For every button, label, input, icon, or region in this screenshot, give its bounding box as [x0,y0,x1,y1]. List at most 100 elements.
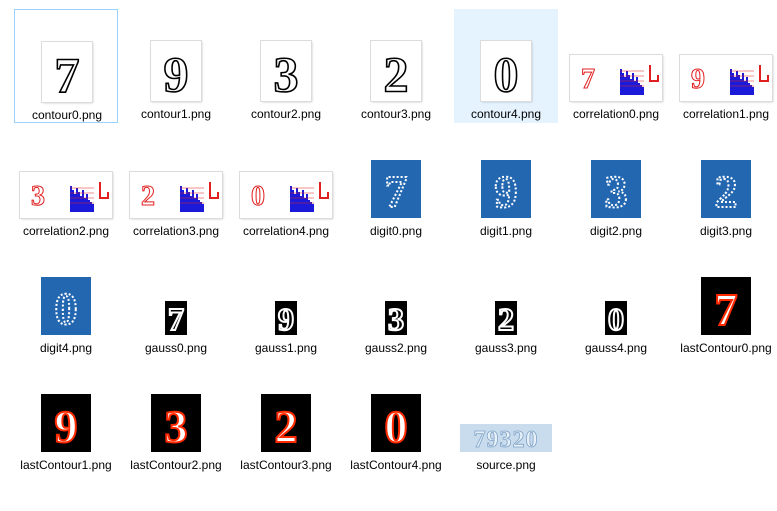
file-name: gauss3.png [474,341,538,355]
file-thumbnail[interactable]: 9 [234,243,338,339]
file-item[interactable]: 2 correlation3.png [124,126,228,240]
file-thumbnail[interactable]: 0 [454,9,558,105]
file-name: digit1.png [479,224,533,238]
file-item[interactable]: 3 digit2.png [564,126,668,240]
svg-text:7: 7 [581,64,595,95]
file-thumbnail[interactable]: 2 [344,9,448,105]
file-item[interactable]: 3 contour2.png [234,9,338,123]
file-item[interactable]: 79320 source.png [454,360,558,474]
svg-text:7: 7 [55,47,80,102]
svg-text:3: 3 [165,401,188,452]
file-item[interactable]: 9 contour1.png [124,9,228,123]
file-thumbnail[interactable]: 7 [15,10,119,106]
file-name: correlation1.png [682,107,770,121]
file-item[interactable]: 2 digit3.png [674,126,777,240]
file-name: lastContour1.png [20,458,112,472]
svg-text:2: 2 [384,46,409,101]
svg-text:2: 2 [715,166,738,217]
file-thumbnail[interactable]: 7 [674,243,777,339]
file-name: contour3.png [360,107,432,121]
file-name: contour0.png [31,108,103,122]
file-name: lastContour2.png [130,458,222,472]
svg-text:9: 9 [495,166,518,217]
file-item[interactable]: 3 correlation2.png [14,126,118,240]
svg-text:7: 7 [385,166,408,217]
file-thumbnail[interactable]: 3 [564,126,668,222]
file-name: gauss0.png [144,341,208,355]
file-thumbnail[interactable]: 3 [14,126,118,222]
file-item[interactable]: 7 correlation0.png [564,9,668,123]
svg-text:9: 9 [691,64,705,95]
svg-text:9: 9 [164,46,189,101]
file-thumbnail[interactable]: 9 [14,360,118,456]
file-name: digit3.png [699,224,753,238]
file-thumbnail[interactable]: 2 [674,126,777,222]
file-item[interactable]: 3 gauss2.png [344,243,448,357]
file-item[interactable]: 2 lastContour3.png [234,360,338,474]
file-thumbnail[interactable]: 9 [674,9,777,105]
svg-text:3: 3 [274,46,299,101]
file-thumbnail[interactable]: 7 [344,126,448,222]
svg-text:0: 0 [494,46,519,101]
file-item[interactable]: 9 digit1.png [454,126,558,240]
file-name: correlation3.png [132,224,220,238]
file-thumbnail[interactable]: 0 [344,360,448,456]
file-name: gauss2.png [364,341,428,355]
svg-text:3: 3 [31,181,45,212]
file-thumbnail[interactable]: 0 [564,243,668,339]
file-item[interactable]: 3 lastContour2.png [124,360,228,474]
file-name: source.png [476,458,536,472]
file-thumbnail[interactable]: 0 [234,126,338,222]
svg-text:0: 0 [385,401,408,452]
file-thumbnail[interactable]: 9 [124,9,228,105]
file-item[interactable]: 9 correlation1.png [674,9,777,123]
svg-text:9: 9 [55,401,78,452]
file-name: gauss4.png [584,341,648,355]
file-name: gauss1.png [254,341,318,355]
file-thumbnail[interactable]: 2 [124,126,228,222]
file-name: lastContour3.png [240,458,332,472]
file-name: lastContour4.png [350,458,442,472]
file-thumbnail[interactable]: 7 [564,9,668,105]
svg-text:0: 0 [608,301,624,335]
file-thumbnail[interactable]: 9 [454,126,558,222]
svg-text:2: 2 [275,401,298,452]
file-thumbnail[interactable]: 3 [344,243,448,339]
svg-text:2: 2 [141,181,155,212]
file-item[interactable]: 0 correlation4.png [234,126,338,240]
file-thumbnail[interactable]: 2 [454,243,558,339]
file-name: lastContour0.png [680,341,772,355]
file-name: contour1.png [140,107,212,121]
svg-text:0: 0 [251,181,265,212]
svg-text:2: 2 [498,301,514,335]
file-thumbnail[interactable]: 2 [234,360,338,456]
file-name: digit0.png [369,224,423,238]
file-thumbnail[interactable]: 3 [124,360,228,456]
file-thumbnail[interactable]: 0 [14,243,118,339]
file-thumbnail[interactable]: 79320 [454,360,558,456]
file-item[interactable]: 0 digit4.png [14,243,118,357]
file-name: contour4.png [470,107,542,121]
file-item[interactable]: 7 gauss0.png [124,243,228,357]
svg-text:3: 3 [388,301,404,335]
svg-text:9: 9 [278,301,294,335]
file-name: correlation4.png [242,224,330,238]
svg-text:3: 3 [605,166,628,217]
file-item[interactable]: 7 digit0.png [344,126,448,240]
file-thumbnail[interactable]: 3 [234,9,338,105]
file-item[interactable]: 2 gauss3.png [454,243,558,357]
svg-text:0: 0 [55,283,78,334]
svg-text:79320: 79320 [474,427,539,452]
file-item[interactable]: 0 contour4.png [454,9,558,123]
file-name: digit4.png [39,341,93,355]
file-item[interactable]: 2 contour3.png [344,9,448,123]
file-name: correlation2.png [22,224,110,238]
file-thumbnail[interactable]: 7 [124,243,228,339]
file-item[interactable]: 7 contour0.png [14,9,118,123]
file-item[interactable]: 9 gauss1.png [234,243,338,357]
file-item[interactable]: 9 lastContour1.png [14,360,118,474]
file-item[interactable]: 0 lastContour4.png [344,360,448,474]
file-item[interactable]: 7 lastContour0.png [674,243,777,357]
file-item[interactable]: 0 gauss4.png [564,243,668,357]
svg-text:7: 7 [715,284,738,335]
